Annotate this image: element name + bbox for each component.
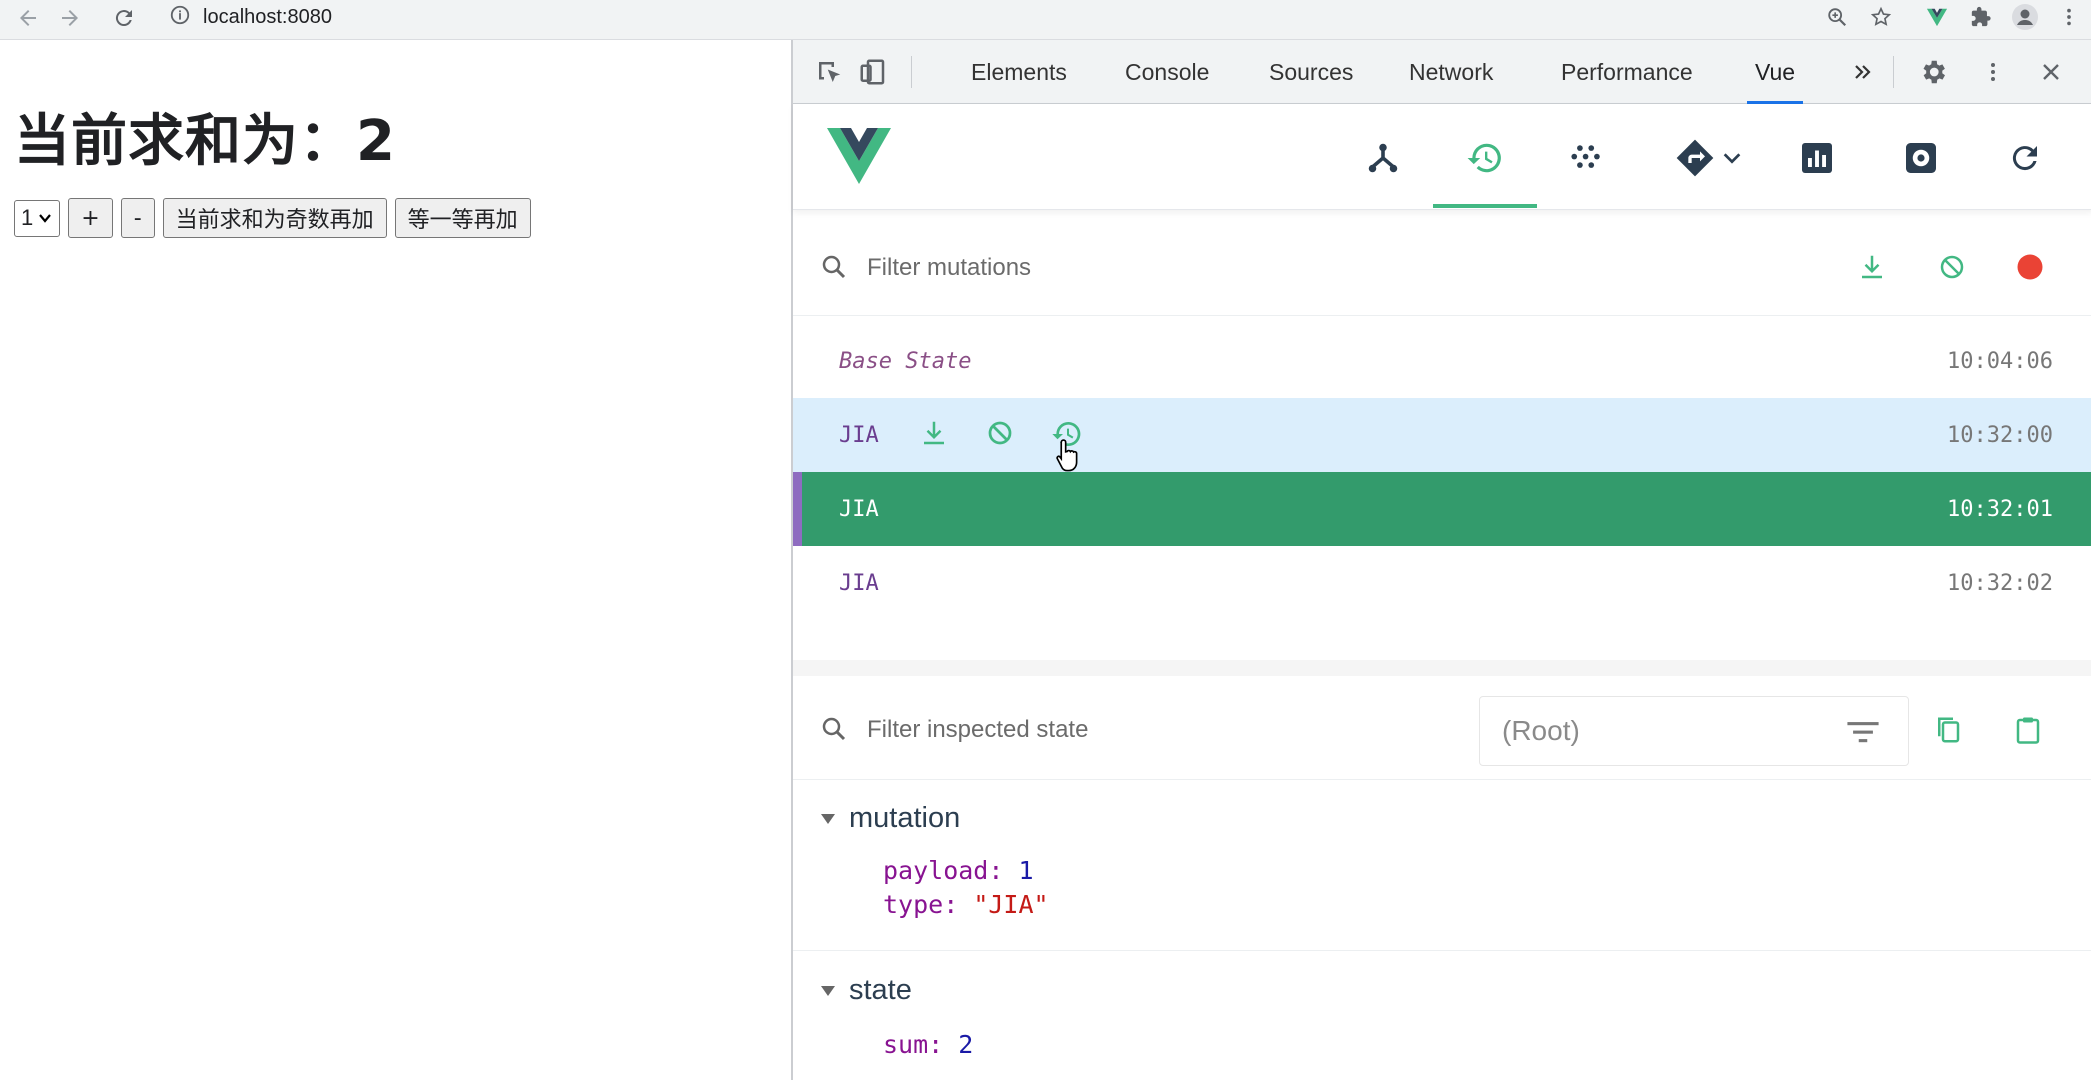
performance-chart-icon[interactable]: [1793, 134, 1841, 182]
back-button[interactable]: [10, 2, 46, 34]
sum-key: sum:: [883, 1030, 944, 1059]
mutation-label: JIA: [839, 422, 879, 448]
mutation-label: JIA: [839, 570, 879, 596]
close-devtools-icon[interactable]: [2033, 54, 2069, 90]
devtools-menu-icon[interactable]: [1975, 54, 2011, 90]
filter-lines-icon[interactable]: [1846, 717, 1880, 754]
url-text: localhost:8080: [203, 5, 332, 28]
vuex-timeline-icon[interactable]: [1461, 134, 1509, 182]
extensions-puzzle-icon[interactable]: [1959, 0, 2003, 34]
sum-value[interactable]: 2: [958, 1030, 973, 1059]
mutation-section: mutation payload: 1 type: "JIA": [793, 780, 2091, 919]
more-tabs-chevron-icon[interactable]: [1845, 54, 1881, 90]
mutation-row-selected[interactable]: JIA 10:32:01: [793, 472, 2091, 546]
mutation-label: JIA: [839, 496, 879, 522]
mutation-filter-bar: Filter mutations: [793, 220, 2091, 316]
pane-splitter[interactable]: [793, 660, 2091, 676]
events-dots-icon[interactable]: [1563, 134, 1611, 182]
device-toolbar-icon[interactable]: [855, 54, 891, 90]
routing-dropdown-chevron-icon[interactable]: [1715, 134, 1749, 182]
tab-console[interactable]: Console: [1125, 40, 1209, 104]
active-tab-indicator: [1433, 204, 1537, 208]
copy-icon[interactable]: [1933, 714, 1963, 751]
chevron-down-icon: [39, 214, 52, 223]
increment-select[interactable]: 1: [14, 199, 61, 237]
mutation-time: 10:04:06: [1947, 348, 2053, 374]
state-filter-input[interactable]: Filter inspected state: [867, 716, 1088, 744]
mutation-time: 10:32:02: [1947, 570, 2053, 596]
chrome-menu-icon[interactable]: [2047, 0, 2091, 34]
settings-gear-icon[interactable]: [1915, 54, 1951, 90]
revert-icon[interactable]: [985, 418, 1015, 455]
state-section-title: state: [849, 974, 912, 1006]
mutation-section-title: mutation: [849, 802, 961, 834]
mutation-filter-input[interactable]: Filter mutations: [867, 254, 1031, 282]
search-icon: [819, 252, 849, 287]
state-section: state sum: 2: [793, 952, 2091, 1080]
refresh-icon[interactable]: [2001, 134, 2049, 182]
root-selector-value: (Root): [1502, 715, 1580, 746]
reload-button[interactable]: [106, 2, 142, 34]
address-bar[interactable]: localhost:8080: [155, 0, 1875, 34]
type-row: type: "JIA": [883, 890, 1049, 919]
payload-key: payload:: [883, 856, 1004, 885]
tab-elements[interactable]: Elements: [971, 40, 1067, 104]
devtools-panel: Elements Console Sources Network Perform…: [791, 40, 2091, 1080]
components-tree-icon[interactable]: [1359, 134, 1407, 182]
mutation-label: Base State: [839, 348, 972, 374]
zoom-icon[interactable]: [1815, 0, 1859, 34]
state-filter-bar: Filter inspected state (Root): [793, 680, 2091, 780]
expand-triangle-icon[interactable]: [821, 985, 835, 996]
clipboard-paste-icon[interactable]: [2013, 714, 2043, 751]
counter-controls: 1 + - 当前求和为奇数再加 等一等再加: [14, 198, 531, 238]
plus-button[interactable]: +: [68, 198, 113, 238]
vue-devtools-extension-icon[interactable]: [1915, 0, 1959, 34]
profile-avatar-icon[interactable]: [2003, 0, 2047, 34]
mutation-row[interactable]: JIA 10:32:00: [793, 398, 2091, 472]
mutation-section-header[interactable]: mutation: [821, 802, 960, 835]
bookmark-star-icon[interactable]: [1859, 0, 1903, 34]
mutation-time: 10:32:01: [1947, 496, 2053, 522]
commit-all-icon[interactable]: [1857, 252, 1887, 287]
sum-row: sum: 2: [883, 1030, 973, 1059]
mutation-list: Base State 10:04:06 JIA 10:32:00 JIA 10:…: [793, 324, 2091, 676]
commit-icon[interactable]: [919, 418, 949, 455]
add-after-wait-button[interactable]: 等一等再加: [394, 198, 531, 238]
browser-actions: [1815, 0, 2091, 34]
tabbar-separator: [911, 56, 912, 88]
tab-network[interactable]: Network: [1409, 40, 1493, 104]
expand-triangle-icon[interactable]: [821, 813, 835, 824]
revert-all-icon[interactable]: [1937, 252, 1967, 287]
app-page: 当前求和为：2 1 + - 当前求和为奇数再加 等一等再加: [0, 40, 791, 1080]
tab-sources[interactable]: Sources: [1269, 40, 1353, 104]
payload-row: payload: 1: [883, 856, 1034, 885]
forward-button[interactable]: [52, 2, 88, 34]
mutation-time: 10:32:00: [1947, 422, 2053, 448]
devtools-tabbar: Elements Console Sources Network Perform…: [793, 40, 2091, 104]
payload-value[interactable]: 1: [1018, 856, 1033, 885]
browser-toolbar: localhost:8080: [0, 0, 2091, 40]
routing-diamond-icon[interactable]: [1671, 134, 1719, 182]
type-value[interactable]: "JIA": [973, 890, 1048, 919]
mutation-row[interactable]: JIA 10:32:02: [793, 546, 2091, 620]
sum-heading: 当前求和为：2: [14, 109, 396, 174]
inspect-element-icon[interactable]: [811, 54, 847, 90]
mutation-row-base-state[interactable]: Base State 10:04:06: [793, 324, 2091, 398]
record-toggle-icon[interactable]: [2015, 252, 2045, 287]
section-divider: [793, 950, 2091, 951]
root-selector[interactable]: (Root): [1479, 696, 1909, 766]
vue-settings-icon[interactable]: [1897, 134, 1945, 182]
info-icon[interactable]: [169, 4, 191, 31]
tab-vue[interactable]: Vue: [1746, 40, 1804, 104]
type-key: type:: [883, 890, 959, 919]
state-section-header[interactable]: state: [821, 974, 912, 1007]
vue-devtools-toolbar: [793, 104, 2091, 210]
add-if-odd-button[interactable]: 当前求和为奇数再加: [162, 198, 387, 238]
tabbar-separator: [1893, 56, 1894, 88]
search-icon: [819, 714, 849, 749]
minus-button[interactable]: -: [120, 198, 155, 238]
increment-select-value: 1: [21, 205, 34, 230]
tab-performance[interactable]: Performance: [1561, 40, 1693, 104]
vue-logo: [827, 128, 891, 189]
